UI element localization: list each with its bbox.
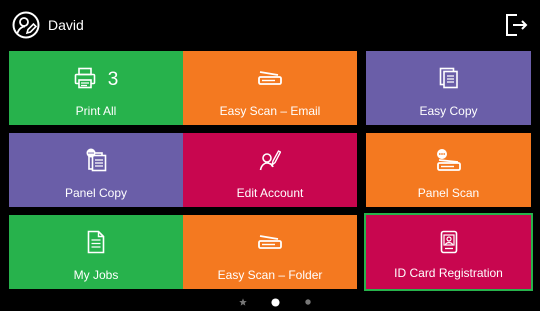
- tile-label: Easy Scan – Email: [219, 104, 321, 118]
- tile-easy-scan-folder[interactable]: Easy Scan – Folder: [183, 215, 357, 289]
- tile-label: Easy Scan – Folder: [217, 268, 323, 282]
- tile-label: Easy Copy: [419, 104, 478, 118]
- page-indicator: [0, 296, 540, 308]
- tile-print-all[interactable]: 3 Print All: [9, 51, 183, 125]
- tile-panel-scan[interactable]: Panel Scan: [366, 133, 531, 207]
- panel-copy-icon: [85, 148, 107, 177]
- id-card-icon: [440, 230, 458, 259]
- printer-icon: [74, 67, 96, 94]
- tile-edit-account[interactable]: Edit Account: [183, 133, 357, 207]
- top-bar: David: [0, 0, 540, 48]
- document-icon: [87, 230, 105, 259]
- user-edit-icon: [259, 148, 282, 177]
- tile-id-card-registration[interactable]: ID Card Registration: [364, 213, 533, 291]
- terminal-home-screen: David 3 Print All Easy Scan – Email Easy…: [0, 0, 540, 311]
- logout-icon[interactable]: [504, 12, 528, 38]
- panel-scan-icon: [436, 148, 462, 177]
- user-name: David: [48, 17, 84, 33]
- scanner-icon: [258, 234, 282, 255]
- page-dot[interactable]: [303, 296, 313, 308]
- copy-document-icon: [439, 67, 459, 94]
- tile-label: My Jobs: [73, 268, 119, 282]
- tile-label: Panel Copy: [64, 186, 128, 200]
- user-edit-icon[interactable]: [12, 11, 40, 39]
- tile-easy-scan-email[interactable]: Easy Scan – Email: [183, 51, 357, 125]
- star-icon[interactable]: [238, 296, 248, 308]
- tile-label: Edit Account: [236, 186, 304, 200]
- tile-easy-copy[interactable]: Easy Copy: [366, 51, 531, 125]
- tile-label: Panel Scan: [417, 186, 480, 200]
- tile-label: ID Card Registration: [394, 266, 503, 280]
- print-all-count: 3: [107, 69, 119, 90]
- tile-panel-copy[interactable]: Panel Copy: [9, 133, 183, 207]
- tile-my-jobs[interactable]: My Jobs: [9, 215, 183, 289]
- tile-label: Print All: [75, 104, 117, 118]
- scanner-icon: [258, 70, 282, 91]
- page-dot-active[interactable]: [269, 296, 281, 308]
